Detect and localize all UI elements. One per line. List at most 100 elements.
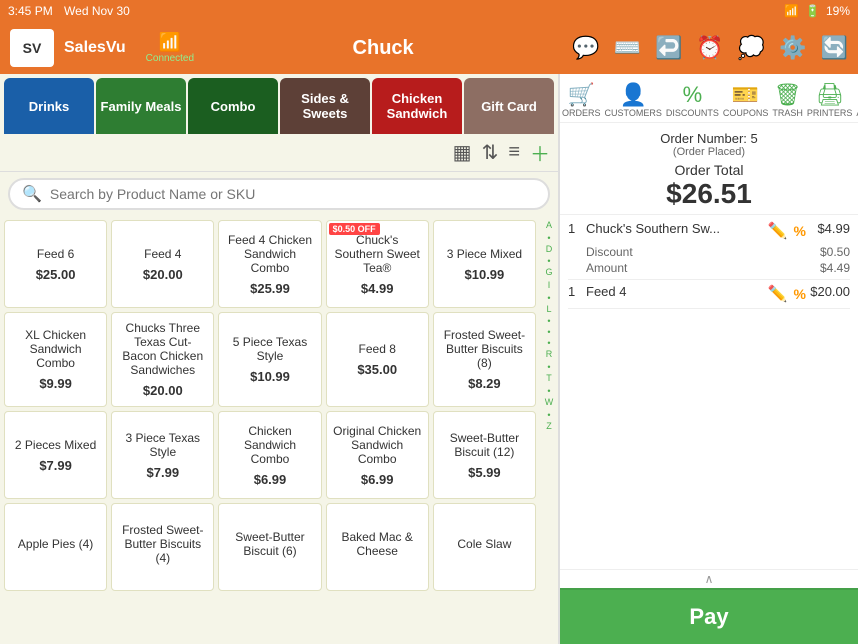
list-icon[interactable]: ≡ <box>508 141 520 164</box>
order-item-name-0: Chuck's Southern Sw... <box>586 221 764 236</box>
product-name-10: 2 Pieces Mixed <box>15 438 96 452</box>
alpha-letter-R[interactable]: R <box>546 349 553 361</box>
alpha-letter-T[interactable]: T <box>546 373 552 385</box>
product-name-11: 3 Piece Texas Style <box>118 431 207 459</box>
order-icon-symbol-1: 👤 <box>619 82 646 108</box>
order-item-discount-1[interactable]: % <box>794 286 806 302</box>
order-item-discount-0[interactable]: % <box>794 223 806 239</box>
order-icon-discounts[interactable]: %DISCOUNTS <box>664 80 721 120</box>
left-panel: DrinksFamily MealsComboSides & SweetsChi… <box>0 74 558 644</box>
alpha-letter-Z[interactable]: Z <box>546 421 552 433</box>
search-bar: 🔍 <box>0 172 558 216</box>
category-tabs: DrinksFamily MealsComboSides & SweetsChi… <box>0 74 558 134</box>
order-icon-label-3: COUPONS <box>723 108 769 118</box>
reload-icon[interactable]: 🔄 <box>821 35 848 61</box>
alpha-letter-D[interactable]: D <box>546 244 553 256</box>
alpha-dot-9: • <box>547 327 550 337</box>
product-name-2: Feed 4 Chicken Sandwich Combo <box>225 233 314 275</box>
product-cell-6[interactable]: Chucks Three Texas Cut-Bacon Chicken San… <box>111 312 214 407</box>
order-icon-attrib[interactable]: ★ATTRIB... <box>854 80 858 120</box>
product-cell-1[interactable]: Feed 4$20.00 <box>111 220 214 308</box>
collapse-handle[interactable]: ∧ <box>560 569 858 588</box>
order-item-name-1: Feed 4 <box>586 284 764 299</box>
product-cell-19[interactable]: Cole Slaw <box>433 503 536 591</box>
category-tab-2[interactable]: Combo <box>188 78 278 134</box>
status-time: 3:45 PM Wed Nov 30 <box>8 4 130 18</box>
product-cell-13[interactable]: Original Chicken Sandwich Combo$6.99 <box>326 411 429 499</box>
product-name-6: Chucks Three Texas Cut-Bacon Chicken San… <box>118 321 207 377</box>
alpha-letter-W[interactable]: W <box>545 397 554 409</box>
refresh-icon[interactable]: ↩️ <box>655 35 682 61</box>
product-price-12: $6.99 <box>254 472 287 487</box>
keyboard-icon[interactable]: ⌨️ <box>614 35 641 61</box>
product-price-9: $8.29 <box>468 376 501 391</box>
product-cell-3[interactable]: $0.50 OFFChuck's Southern Sweet Tea®$4.9… <box>326 220 429 308</box>
order-item-row-1: 1Feed 4✏️%$20.00 <box>568 284 850 304</box>
product-cell-14[interactable]: Sweet-Butter Biscuit (12)$5.99 <box>433 411 536 499</box>
product-cell-11[interactable]: 3 Piece Texas Style$7.99 <box>111 411 214 499</box>
category-tab-4[interactable]: Chicken Sandwich <box>372 78 462 134</box>
alpha-scroll: A•D•GI•L•••R•T•W•Z <box>540 216 558 644</box>
category-tab-1[interactable]: Family Meals <box>96 78 186 134</box>
order-icon-symbol-4: 🗑 <box>774 82 802 108</box>
order-icon-orders[interactable]: 🛒ORDERS <box>560 80 603 120</box>
product-cell-10[interactable]: 2 Pieces Mixed$7.99 <box>4 411 107 499</box>
product-cell-4[interactable]: 3 Piece Mixed$10.99 <box>433 220 536 308</box>
order-items: 1Chuck's Southern Sw...✏️%$4.99Discount$… <box>560 215 858 569</box>
product-price-6: $20.00 <box>143 383 183 398</box>
product-name-12: Chicken Sandwich Combo <box>225 424 314 466</box>
product-cell-9[interactable]: Frosted Sweet-Butter Biscuits (8) $8.29 <box>433 312 536 407</box>
chat-icon[interactable]: 💬 <box>572 35 599 61</box>
category-tab-5[interactable]: Gift Card <box>464 78 554 134</box>
order-icon-label-4: TRASH <box>772 108 803 118</box>
alpha-letter-I[interactable]: I <box>548 280 551 292</box>
product-price-1: $20.00 <box>143 267 183 282</box>
product-price-0: $25.00 <box>36 267 76 282</box>
product-name-9: Frosted Sweet-Butter Biscuits (8) <box>440 328 529 370</box>
barcode-icon[interactable]: ▦ <box>453 140 472 165</box>
alpha-letter-G[interactable]: G <box>545 267 552 279</box>
alpha-letter-A[interactable]: A <box>546 220 552 232</box>
product-cell-12[interactable]: Chicken Sandwich Combo $6.99 <box>218 411 321 499</box>
category-tab-0[interactable]: Drinks <box>4 78 94 134</box>
sort-icon[interactable]: ⇅ <box>482 140 499 165</box>
item-divider-0 <box>568 279 850 280</box>
message-icon[interactable]: 💭 <box>738 35 765 61</box>
add-product-icon[interactable]: ＋ <box>530 138 550 167</box>
order-item-edit-0[interactable]: ✏️ <box>768 221 788 241</box>
alpha-dot-14: • <box>547 386 550 396</box>
alpha-dot-8: • <box>547 316 550 326</box>
connected-label: Connected <box>146 53 194 64</box>
product-cell-16[interactable]: Frosted Sweet-Butter Biscuits (4) <box>111 503 214 591</box>
discount-badge-3: $0.50 OFF <box>329 223 380 235</box>
product-cell-5[interactable]: XL Chicken Sandwich Combo$9.99 <box>4 312 107 407</box>
alpha-dot-1: • <box>547 233 550 243</box>
product-cell-0[interactable]: Feed 6$25.00 <box>4 220 107 308</box>
product-name-5: XL Chicken Sandwich Combo <box>11 328 100 370</box>
product-price-3: $4.99 <box>361 281 394 296</box>
search-input[interactable] <box>50 186 536 202</box>
order-icon-printers[interactable]: 🖨PRINTERS <box>805 80 855 120</box>
alarm-icon[interactable]: ⏰ <box>696 35 723 61</box>
category-tab-3[interactable]: Sides & Sweets <box>280 78 370 134</box>
settings-icon[interactable]: ⚙️ <box>779 35 806 61</box>
product-name-7: 5 Piece Texas Style <box>225 335 314 363</box>
order-item-edit-1[interactable]: ✏️ <box>768 284 788 304</box>
order-icon-customers[interactable]: 👤CUSTOMERS <box>603 80 664 120</box>
product-cell-17[interactable]: Sweet-Butter Biscuit (6) <box>218 503 321 591</box>
product-cell-15[interactable]: Apple Pies (4) <box>4 503 107 591</box>
order-icon-trash[interactable]: 🗑TRASH <box>770 80 805 120</box>
alpha-dot-10: • <box>547 338 550 348</box>
product-price-4: $10.99 <box>465 267 505 282</box>
order-icon-coupons[interactable]: 🎫COUPONS <box>721 80 771 120</box>
header-user-name: Chuck <box>204 37 562 60</box>
product-cell-7[interactable]: 5 Piece Texas Style$10.99 <box>218 312 321 407</box>
product-cell-18[interactable]: Baked Mac & Cheese <box>326 503 429 591</box>
product-cell-2[interactable]: Feed 4 Chicken Sandwich Combo$25.99 <box>218 220 321 308</box>
item-divider-1 <box>568 308 850 309</box>
alpha-dot-16: • <box>547 410 550 420</box>
pay-button[interactable]: Pay <box>560 588 858 644</box>
order-icon-label-0: ORDERS <box>562 108 601 118</box>
alpha-letter-L[interactable]: L <box>546 304 551 316</box>
product-cell-8[interactable]: Feed 8$35.00 <box>326 312 429 407</box>
